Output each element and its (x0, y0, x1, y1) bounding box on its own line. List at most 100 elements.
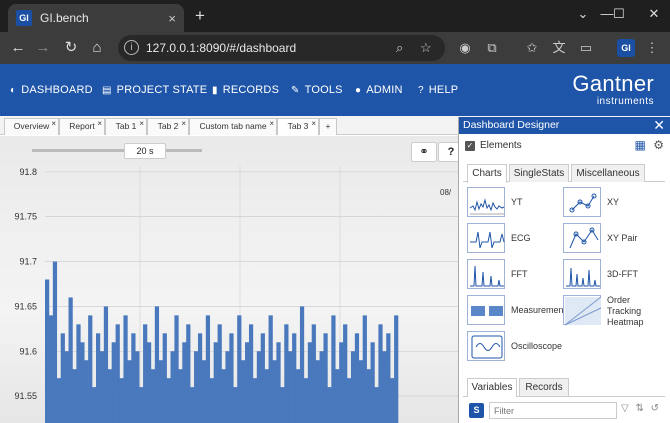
logo-subtitle: instruments (596, 96, 654, 107)
cast-icon[interactable]: ▭ (577, 39, 595, 57)
data-bar (343, 324, 348, 423)
tab-miscellaneous[interactable]: Miscellaneous (571, 164, 645, 182)
nav-records[interactable]: ▮ RECORDS (212, 64, 279, 116)
grid-icon[interactable]: ▦ (635, 138, 646, 152)
favicon-icon: GI (16, 10, 32, 26)
chart-panel: 91.8 91.75 91.7 91.65 91.6 91.55 20 s ⚭ ? 08/ (0, 136, 458, 423)
nav-project-state[interactable]: ▤ PROJECT STATE (102, 64, 207, 116)
add-tab-button[interactable]: + (319, 118, 337, 135)
close-tab-icon[interactable]: × (168, 11, 176, 26)
tab-report[interactable]: Report × (59, 118, 105, 135)
chart-type-xy-pair[interactable]: XY Pair (563, 223, 659, 255)
tab-2[interactable]: Tab 2 × (147, 118, 189, 135)
tab-custom[interactable]: Custom tab name × (189, 118, 277, 135)
close-tab-icon[interactable]: × (97, 116, 102, 131)
chart-type-xy[interactable]: XY (563, 187, 659, 219)
nav-help[interactable]: ? HELP (418, 64, 458, 116)
data-bar (347, 378, 352, 423)
url-text[interactable]: 127.0.0.1:8090/#/dashboard (146, 41, 296, 55)
browser-toolbar: ← → ↻ ⌂ i 127.0.0.1:8090/#/dashboard ⌕ ☆… (0, 32, 670, 64)
help-button[interactable]: ? (438, 142, 458, 162)
tab-3[interactable]: Tab 3 × (277, 118, 319, 135)
close-icon[interactable]: ✕ (653, 117, 665, 134)
info-icon[interactable]: i (124, 40, 139, 55)
chart-type-fft[interactable]: FFT (467, 259, 563, 291)
data-bar (123, 315, 128, 423)
data-bar (296, 369, 301, 423)
menu-icon[interactable]: ⋮ (643, 39, 661, 57)
chart-type-oscilloscope[interactable]: Oscilloscope (467, 331, 563, 363)
close-tab-icon[interactable]: × (311, 116, 316, 131)
nav-admin[interactable]: ● ADMIN (355, 64, 403, 116)
tab-overview[interactable]: Overview × (4, 118, 59, 135)
link-icon[interactable]: ⚭ (411, 142, 437, 162)
nav-tools-label: TOOLS (304, 84, 343, 96)
chart-type-measurement[interactable]: Measurement (467, 295, 566, 327)
data-bar (72, 369, 77, 423)
nav-dashboard[interactable]: ◐ DASHBOARD (10, 64, 93, 116)
filter-actions: ▽ ⇅ ↺ (621, 403, 659, 414)
nav-tools[interactable]: ✎ TOOLS (291, 64, 343, 116)
data-bar (127, 360, 132, 423)
puzzle-icon[interactable]: ⧉ (483, 39, 501, 57)
maximize-icon[interactable]: ☐ (609, 6, 629, 22)
measurement-thumbnail-icon (467, 295, 505, 325)
reset-icon[interactable]: ↺ (651, 403, 659, 414)
data-bar (252, 378, 258, 423)
time-slider[interactable] (32, 149, 202, 152)
reload-icon[interactable]: ↻ (61, 38, 81, 58)
elements-checkbox[interactable]: ✓ (465, 141, 475, 151)
tab-singlestats[interactable]: SingleStats (509, 164, 569, 182)
address-bar[interactable]: i 127.0.0.1:8090/#/dashboard ⌕ ☆ (118, 35, 445, 61)
chart-type-order-tracking-heatmap[interactable]: Order Tracking Heatmap (563, 295, 659, 327)
window-close-icon[interactable]: ✕ (644, 6, 664, 22)
tab-1[interactable]: Tab 1 × (105, 118, 147, 135)
y-tick-label: 91.7 (19, 257, 37, 267)
extension-icon[interactable]: ◉ (456, 39, 474, 57)
filter-input[interactable] (489, 402, 617, 419)
close-tab-icon[interactable]: × (139, 116, 144, 131)
sort-icon[interactable]: ⇅ (635, 403, 643, 414)
data-bar (386, 333, 391, 423)
user-icon: ● (355, 84, 362, 96)
data-bar (276, 342, 281, 423)
data-bar (331, 315, 336, 423)
chart-type-3d-fft[interactable]: 3D-FFT (563, 259, 659, 291)
tab-search-icon[interactable]: ⌄ (573, 6, 593, 22)
new-tab-button[interactable]: + (190, 6, 210, 26)
funnel-icon[interactable]: ▽ (621, 403, 629, 414)
back-icon[interactable]: ← (8, 38, 28, 58)
wrench-icon: ✎ (291, 84, 300, 96)
browser-tab[interactable]: GI GI.bench × (8, 4, 184, 32)
add-tab-label: + (325, 121, 331, 131)
source-button[interactable]: S (469, 403, 484, 418)
bookmark-icon[interactable]: ✩ (523, 39, 541, 57)
tab-2-label: Tab 2 (157, 121, 179, 131)
gear-icon[interactable]: ⚙ (653, 138, 664, 152)
chart-type-ecg[interactable]: ECG (467, 223, 563, 255)
data-bar (327, 387, 332, 423)
tab-records[interactable]: Records (519, 378, 569, 396)
tab-variables[interactable]: Variables (467, 378, 517, 397)
close-tab-icon[interactable]: × (181, 116, 186, 131)
designer-title: Dashboard Designer (463, 119, 560, 131)
xy-thumbnail-icon (563, 187, 601, 217)
forward-icon[interactable]: → (33, 38, 53, 58)
data-bar (209, 378, 214, 423)
chart-type-yt[interactable]: YT (467, 187, 563, 219)
nav-admin-label: ADMIN (366, 84, 403, 96)
star-icon[interactable]: ☆ (420, 40, 432, 56)
profile-avatar[interactable]: GI (617, 39, 635, 57)
zoom-icon[interactable]: ⌕ (396, 40, 403, 56)
time-window-label[interactable]: 20 s (124, 143, 166, 159)
translate-icon[interactable]: 文 (550, 39, 568, 57)
xy-pair-thumbnail-icon (563, 223, 601, 253)
close-tab-icon[interactable]: × (51, 116, 56, 131)
y-tick-label: 91.65 (14, 301, 37, 311)
data-bar (382, 351, 387, 423)
home-icon[interactable]: ⌂ (87, 38, 107, 58)
data-bar (292, 333, 297, 423)
data-bar (190, 387, 195, 423)
tab-charts[interactable]: Charts (467, 164, 507, 183)
close-tab-icon[interactable]: × (269, 116, 274, 131)
